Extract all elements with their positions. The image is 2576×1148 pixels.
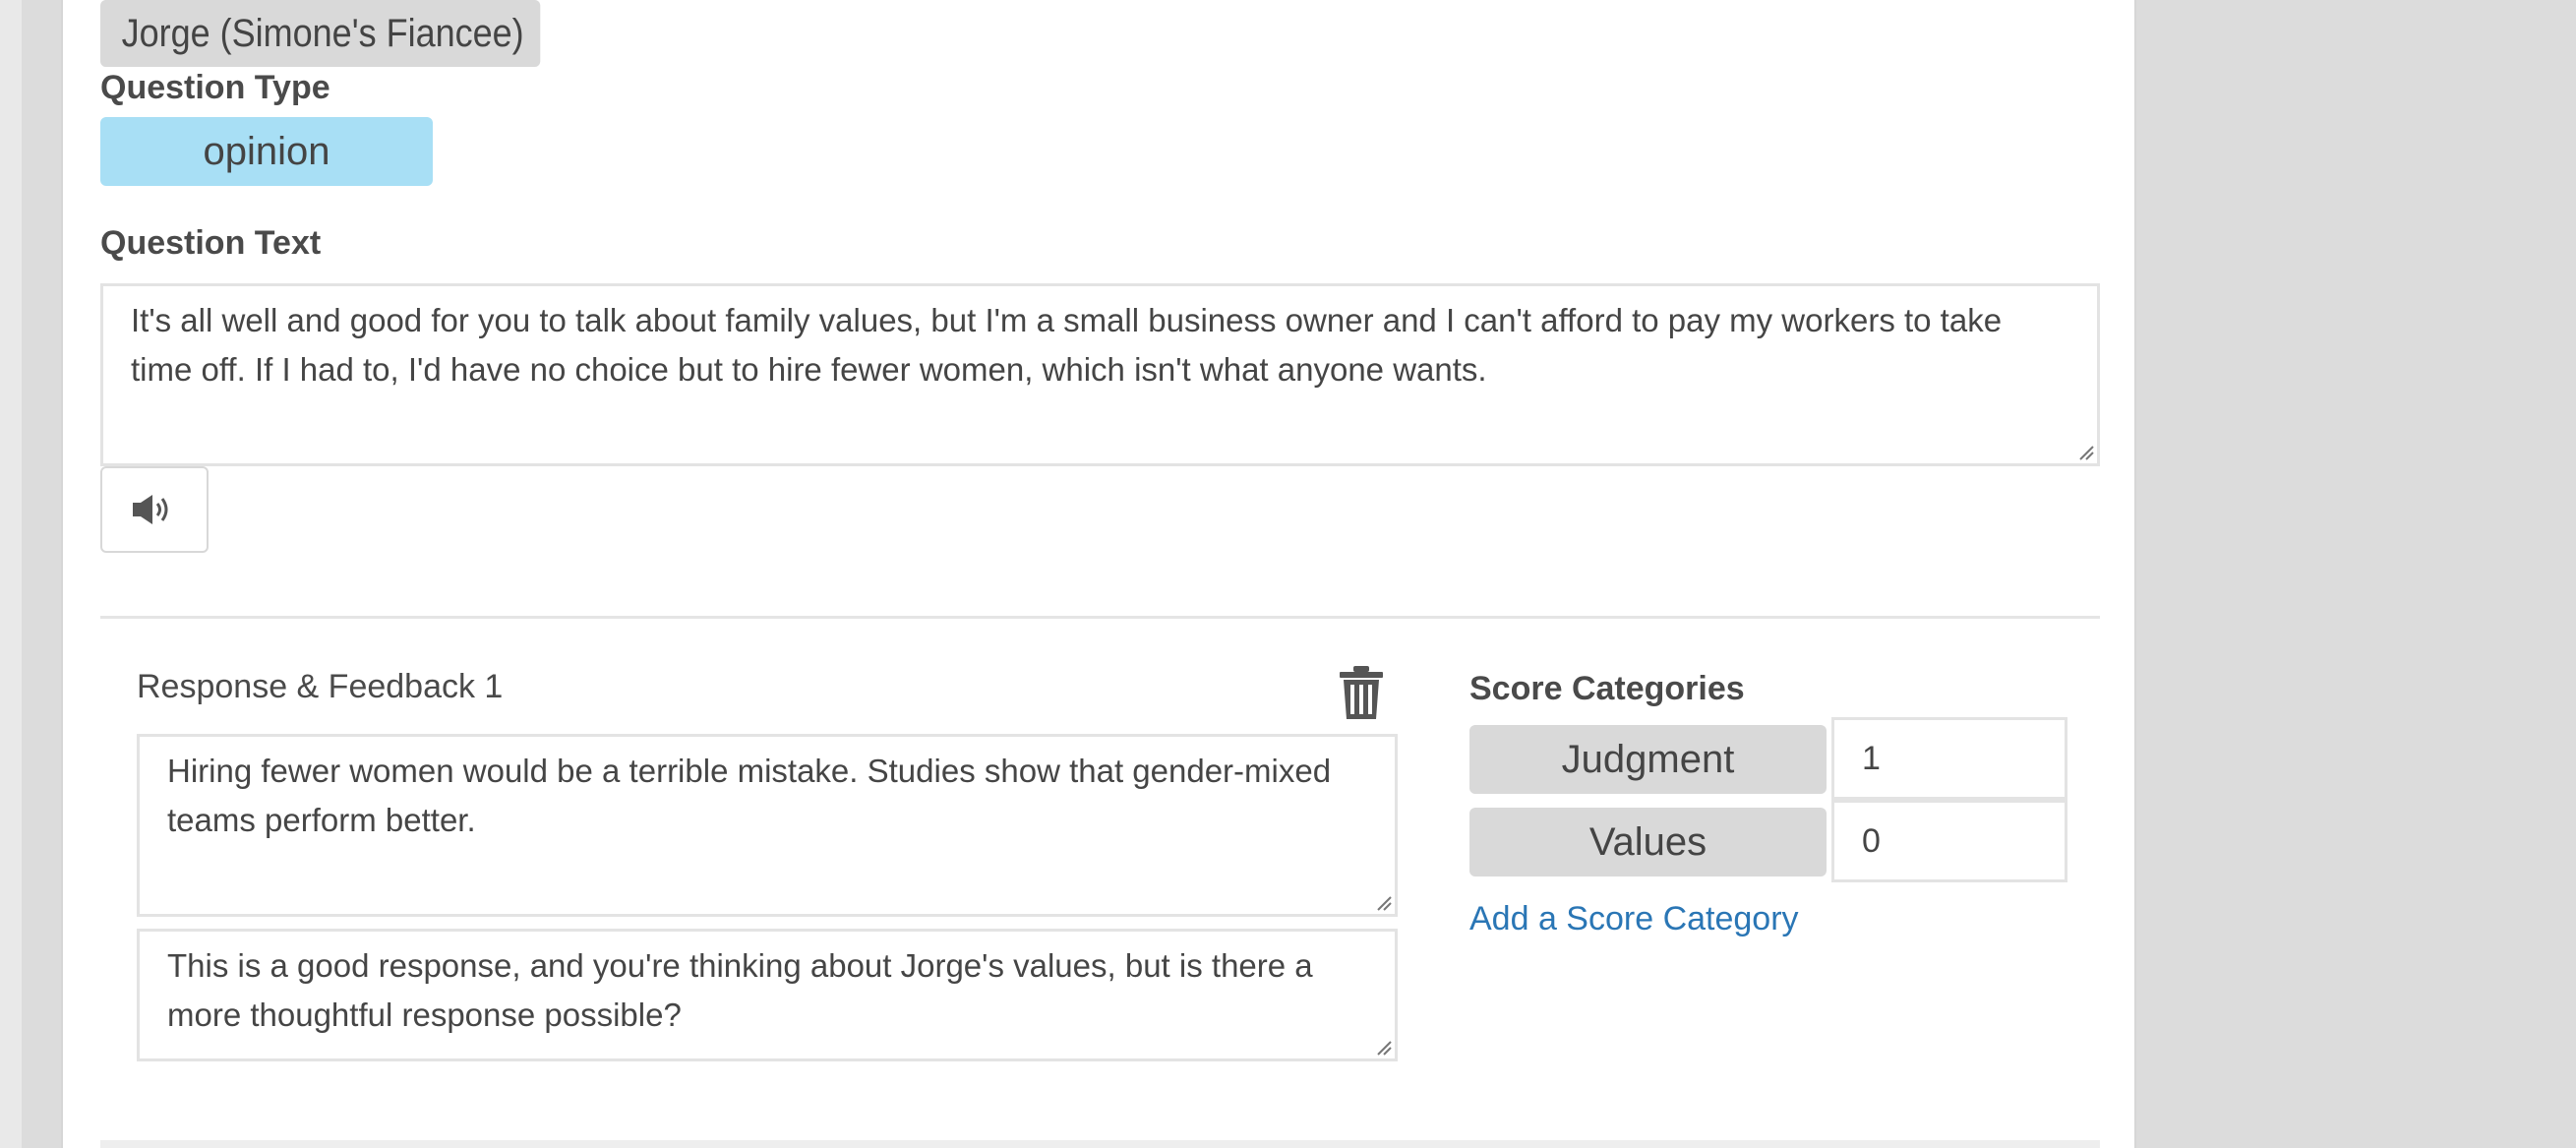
response-text-area[interactable]: Hiring fewer women would be a terrible m… xyxy=(137,734,1398,917)
right-gutter xyxy=(2179,0,2576,1148)
response-text-value: Hiring fewer women would be a terrible m… xyxy=(167,753,1332,838)
trash-icon xyxy=(1340,666,1383,719)
score-category-judgment: Judgment xyxy=(1469,725,1827,794)
resize-grip-icon[interactable] xyxy=(2076,443,2094,460)
character-chip[interactable]: Jorge (Simone's Fiancee) xyxy=(100,0,541,67)
resize-grip-icon[interactable] xyxy=(1374,1038,1392,1056)
audio-play-button[interactable] xyxy=(100,466,209,553)
question-text-area[interactable]: It's all well and good for you to talk a… xyxy=(100,283,2100,466)
left-margin xyxy=(0,0,22,1148)
score-values-input[interactable]: 0 xyxy=(1831,800,2067,882)
section-divider xyxy=(100,616,2100,619)
resize-grip-icon[interactable] xyxy=(1374,893,1392,911)
score-category-values: Values xyxy=(1469,808,1827,876)
page: Jorge (Simone's Fiancee) Question Type o… xyxy=(0,0,2576,1148)
feedback-text-value: This is a good response, and you're thin… xyxy=(167,947,1313,1033)
score-judgment-input[interactable]: 1 xyxy=(1831,717,2067,800)
speaker-icon xyxy=(133,495,168,524)
score-categories-label: Score Categories xyxy=(1469,670,1745,707)
question-text-value: It's all well and good for you to talk a… xyxy=(131,302,2003,388)
question-type-label: Question Type xyxy=(100,69,330,106)
question-type-chip[interactable]: opinion xyxy=(100,117,433,186)
section-divider-bottom xyxy=(100,1140,2100,1148)
delete-response-button[interactable] xyxy=(1338,665,1385,720)
add-score-category-link[interactable]: Add a Score Category xyxy=(1469,900,1799,938)
question-text-label: Question Text xyxy=(100,224,322,262)
feedback-text-area[interactable]: This is a good response, and you're thin… xyxy=(137,929,1398,1061)
response-feedback-label: Response & Feedback 1 xyxy=(137,668,504,705)
